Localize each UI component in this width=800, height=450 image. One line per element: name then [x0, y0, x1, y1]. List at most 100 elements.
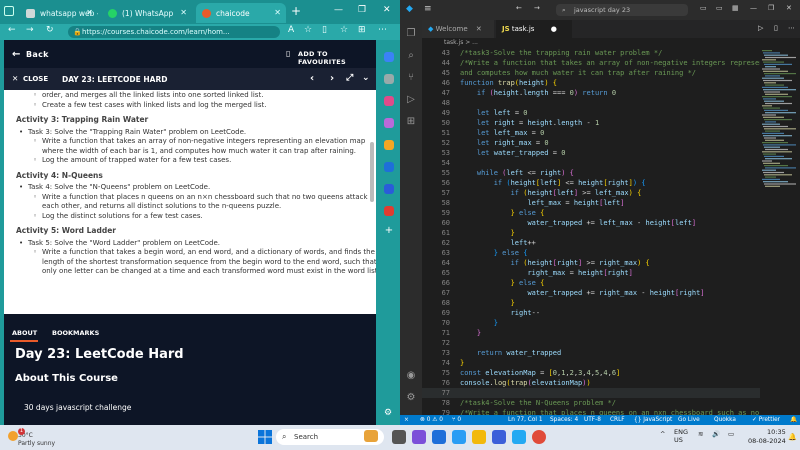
notifications-bell-icon[interactable]: 🔔: [790, 415, 797, 425]
back-arrow-icon[interactable]: ←: [12, 49, 21, 60]
maximize-button[interactable]: ❐: [358, 5, 366, 15]
office-icon[interactable]: [384, 184, 394, 194]
language-indicator[interactable]: ENG US: [674, 428, 688, 444]
favorite-star-icon[interactable]: ☆: [304, 25, 312, 35]
maximize-button[interactable]: ❐: [768, 4, 774, 12]
close-window-button[interactable]: ✕: [786, 4, 792, 12]
bookmark-icon[interactable]: ▯: [286, 49, 291, 58]
games-icon[interactable]: [384, 140, 394, 150]
close-button[interactable]: CLOSE: [23, 75, 48, 83]
code-line[interactable]: 51 let left_max = 0: [422, 128, 760, 138]
notification-icon[interactable]: 🔔: [788, 433, 797, 441]
layout-grid-icon[interactable]: ▦: [732, 4, 739, 12]
more-actions-icon[interactable]: ⋯: [788, 24, 795, 32]
encoding[interactable]: UTF-8: [584, 415, 601, 425]
run-debug-icon[interactable]: ▷: [405, 94, 417, 106]
code-line[interactable]: 60 water_trapped += left_max - height[le…: [422, 218, 760, 228]
code-line[interactable]: 45 and computes how much water it can tra…: [422, 68, 760, 78]
shopping-icon[interactable]: [384, 96, 394, 106]
weather-widget[interactable]: 30°C Partly sunny: [8, 429, 68, 447]
back-button[interactable]: Back: [26, 50, 49, 59]
problems-indicator[interactable]: ⊗ 0 ⚠ 0: [420, 415, 443, 425]
tools-icon[interactable]: [384, 118, 394, 128]
outlook-icon[interactable]: [384, 162, 394, 172]
previous-lesson-icon[interactable]: ‹: [310, 73, 314, 84]
code-line[interactable]: 76 console.log(trap(elevationMap)): [422, 378, 760, 388]
code-line[interactable]: 71 }: [422, 328, 760, 338]
extensions-icon[interactable]: ⊞: [405, 116, 417, 128]
refresh-icon[interactable]: ↻: [46, 25, 54, 35]
code-line[interactable]: 65 right_max = height[right]: [422, 268, 760, 278]
split-editor-icon[interactable]: ▯: [774, 24, 778, 32]
add-to-favourites-button[interactable]: ADD TO FAVOURITES: [298, 50, 376, 66]
close-window-button[interactable]: ✕: [383, 5, 391, 15]
code-line[interactable]: 68 }: [422, 298, 760, 308]
volume-icon[interactable]: 🔊: [712, 430, 720, 438]
tab-task-js[interactable]: JS task.js ●: [496, 20, 572, 38]
panel-icon[interactable]: ▭: [716, 4, 723, 12]
code-line[interactable]: 43/*task3-Solve the trapping rain water …: [422, 48, 760, 58]
remote-icon[interactable]: ⨯: [404, 415, 409, 425]
tab-actions-icon[interactable]: [4, 6, 14, 16]
tab-welcome[interactable]: ◆ Welcome ✕: [422, 20, 494, 38]
close-tab-icon[interactable]: ✕: [86, 8, 93, 17]
tab-chaicode[interactable]: chaicode ✕: [196, 3, 286, 23]
code-line[interactable]: 72: [422, 338, 760, 348]
forward-icon[interactable]: →: [26, 25, 34, 35]
tab-whatsapp[interactable]: (1) WhatsApp ✕: [102, 3, 192, 23]
more-icon[interactable]: ⋯: [378, 25, 387, 35]
tray-overflow-icon[interactable]: ^: [660, 430, 665, 438]
unsaved-dot-icon[interactable]: ●: [551, 25, 557, 33]
code-line[interactable]: 54: [422, 158, 760, 168]
code-editor[interactable]: 43/*task3-Solve the trapping rain water …: [422, 48, 760, 415]
tab-about[interactable]: ABOUT: [12, 329, 37, 337]
code-line[interactable]: 53 let water_trapped = 0: [422, 148, 760, 158]
new-tab-button[interactable]: +: [291, 4, 301, 18]
code-line[interactable]: 47 if (height.length === 0) return 0: [422, 88, 760, 98]
line-ending[interactable]: CRLF: [610, 415, 625, 425]
tab-whatsapp-web-search[interactable]: whatsapp web - ✕: [20, 3, 98, 23]
read-aloud-icon[interactable]: A: [288, 25, 294, 35]
vscode-icon[interactable]: [512, 430, 526, 444]
taskbar-search[interactable]: ⌕ Search: [276, 429, 384, 445]
close-icon[interactable]: ✕: [12, 74, 18, 83]
wifi-icon[interactable]: ≋: [698, 430, 703, 438]
code-line[interactable]: 49 let left = 0: [422, 108, 760, 118]
code-line[interactable]: 67 water_trapped += right_max - height[r…: [422, 288, 760, 298]
add-icon[interactable]: +: [383, 226, 395, 236]
go-live-button[interactable]: Go Live: [678, 415, 700, 425]
code-line[interactable]: 63 } else {: [422, 248, 760, 258]
windows-start-icon[interactable]: [258, 430, 272, 444]
copilot-icon[interactable]: [384, 52, 394, 62]
edge-icon[interactable]: [452, 430, 466, 444]
document-scrollbar[interactable]: [370, 142, 374, 202]
code-line[interactable]: 64 if (height[right] >= right_max) {: [422, 258, 760, 268]
back-icon[interactable]: ←: [8, 25, 16, 35]
close-tab-icon[interactable]: ✕: [180, 8, 187, 17]
close-tab-icon[interactable]: ✕: [476, 25, 482, 33]
favorites-icon[interactable]: ☆: [340, 25, 348, 35]
code-line[interactable]: 52 let right_max = 0: [422, 138, 760, 148]
indentation[interactable]: Spaces: 4: [550, 415, 578, 425]
code-line[interactable]: 74}: [422, 358, 760, 368]
chevron-down-icon[interactable]: ⌄: [362, 73, 370, 83]
code-line[interactable]: 57 if (height[left] >= left_max) {: [422, 188, 760, 198]
expand-icon[interactable]: ⤢: [346, 73, 353, 83]
copilot-icon[interactable]: [432, 430, 446, 444]
layout-icon[interactable]: ▭: [700, 4, 707, 12]
collections-icon[interactable]: ⊞: [358, 25, 366, 35]
url-input[interactable]: 🔒 https://courses.chaicode.com/learn/hom…: [68, 26, 280, 38]
battery-icon[interactable]: ▭: [728, 430, 734, 438]
menu-icon[interactable]: ≡: [424, 4, 432, 14]
minimize-button[interactable]: —: [750, 4, 757, 12]
nav-back-icon[interactable]: ←: [516, 4, 522, 12]
ports-indicator[interactable]: ⑂ 0: [452, 415, 461, 425]
quokka-button[interactable]: Quokka: [714, 415, 736, 425]
source-control-icon[interactable]: ⑂: [405, 72, 417, 84]
manage-gear-icon[interactable]: ⚙: [405, 392, 417, 404]
explorer-icon[interactable]: ❐: [405, 28, 417, 40]
code-line[interactable]: 48: [422, 98, 760, 108]
minimap[interactable]: [760, 48, 800, 198]
code-line[interactable]: 55 while (left <= right) {: [422, 168, 760, 178]
next-lesson-icon[interactable]: ›: [330, 73, 334, 84]
